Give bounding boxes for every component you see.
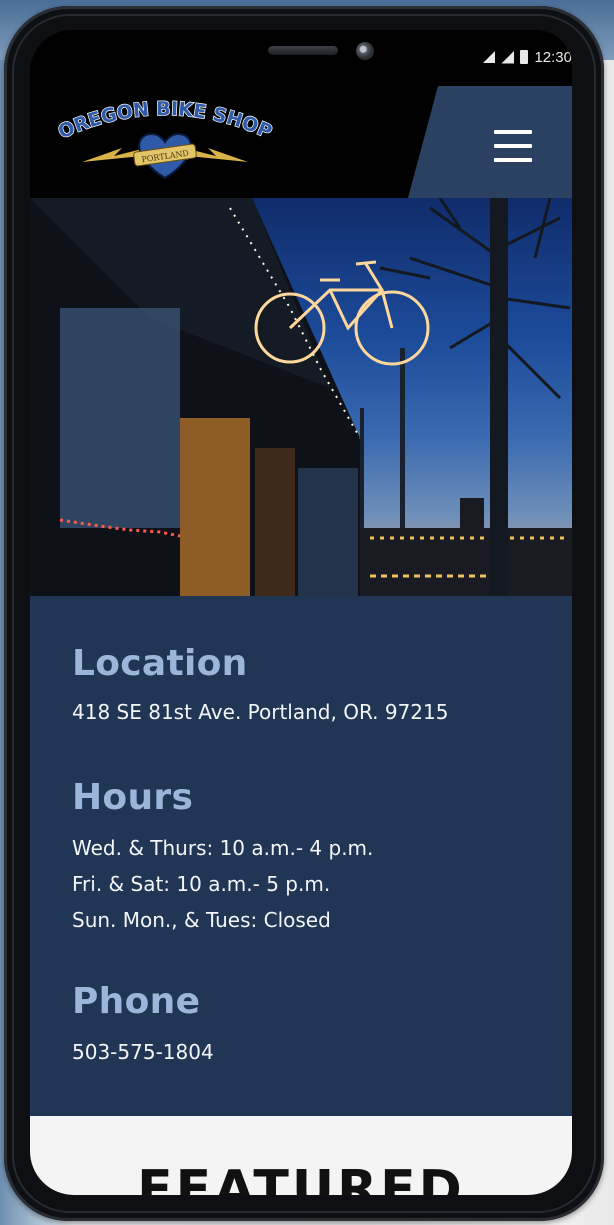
storefront-photo bbox=[30, 198, 572, 596]
distant-tower bbox=[460, 498, 484, 538]
speaker-grille bbox=[268, 46, 338, 55]
location-block: Location 418 SE 81st Ave. Portland, OR. … bbox=[72, 643, 448, 723]
location-heading: Location bbox=[72, 643, 248, 684]
lit-doorway bbox=[180, 418, 250, 596]
location-address[interactable]: 418 SE 81st Ave. Portland, OR. 97215 bbox=[72, 702, 448, 722]
hamburger-line bbox=[494, 130, 532, 134]
tree-branches bbox=[379, 198, 571, 400]
hours-heading: Hours bbox=[72, 777, 194, 818]
front-camera bbox=[356, 42, 374, 60]
site-logo[interactable]: PORTLAND OREGON BIKE SHOP bbox=[54, 97, 276, 184]
door-panel bbox=[255, 448, 295, 596]
status-bar: 12:30 bbox=[483, 46, 572, 68]
menu-panel bbox=[408, 86, 572, 198]
phone-heading: Phone bbox=[72, 981, 201, 1022]
hero-image bbox=[30, 198, 572, 596]
phone-screen: 12:30 PORTLAND OREGON BIKE SHOP Location… bbox=[30, 30, 572, 1195]
phone-number[interactable]: 503-575-1804 bbox=[72, 1042, 214, 1062]
shop-window bbox=[60, 308, 180, 528]
signal-icon bbox=[501, 50, 515, 64]
wifi-icon bbox=[483, 51, 495, 63]
featured-title: FEATURED bbox=[137, 1160, 465, 1195]
hamburger-line bbox=[494, 144, 532, 148]
hours-line: Wed. & Thurs: 10 a.m.- 4 p.m. bbox=[72, 836, 374, 860]
side-window bbox=[298, 468, 358, 596]
battery-icon bbox=[520, 50, 529, 64]
logo-graphic: PORTLAND OREGON BIKE SHOP bbox=[54, 97, 276, 180]
hours-block: Hours Wed. & Thurs: 10 a.m.- 4 p.m. Fri.… bbox=[72, 777, 374, 932]
hours-line: Sun. Mon., & Tues: Closed bbox=[72, 908, 331, 932]
phone-block: Phone 503-575-1804 bbox=[72, 981, 214, 1063]
status-time: 12:30 bbox=[534, 48, 572, 66]
hamburger-line bbox=[494, 158, 532, 162]
phone-frame: 12:30 PORTLAND OREGON BIKE SHOP Location… bbox=[4, 6, 604, 1221]
hamburger-menu-icon[interactable] bbox=[494, 130, 532, 162]
hours-line: Fri. & Sat: 10 a.m.- 5 p.m. bbox=[72, 872, 331, 896]
site-header: PORTLAND OREGON BIKE SHOP bbox=[30, 86, 572, 198]
featured-section: FEATURED bbox=[30, 1116, 572, 1195]
info-section: Location 418 SE 81st Ave. Portland, OR. … bbox=[30, 596, 572, 1116]
logo-wordmark: OREGON BIKE SHOP bbox=[55, 98, 275, 143]
